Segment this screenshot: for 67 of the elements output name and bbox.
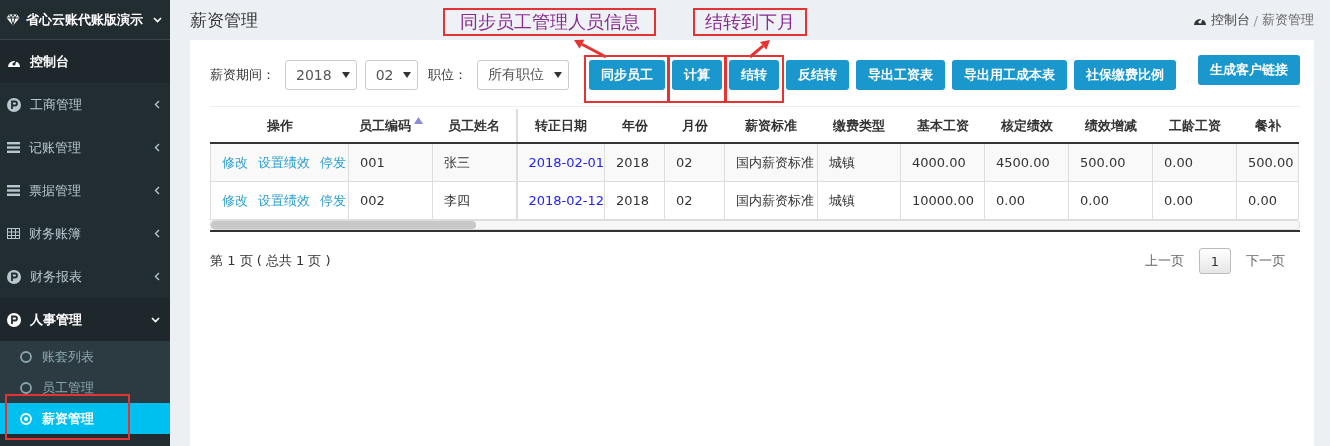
table-cell: 4500.00 — [984, 143, 1069, 182]
scrollbar-thumb[interactable] — [211, 221, 476, 229]
field-label: 职位： — [428, 65, 468, 84]
table-cell: 张三 — [432, 143, 517, 182]
page-title: 薪资管理 — [190, 8, 258, 32]
circle-icon — [20, 381, 32, 394]
horizontal-scrollbar[interactable] — [210, 220, 1300, 230]
table-cell: 2018 — [604, 143, 665, 182]
position-select[interactable]: 所有职位 — [477, 59, 570, 90]
chevron-left-icon — [154, 186, 160, 195]
dropdown-arrow-icon — [341, 71, 350, 78]
chevron-left-icon — [154, 143, 160, 152]
table-cell: 500.00 — [1068, 143, 1153, 182]
table-cell: 0.00 — [1236, 181, 1299, 220]
table-cell: 10000.00 — [900, 181, 985, 220]
table-cell: 国内薪资标准 — [724, 181, 818, 220]
month-select[interactable]: 02 — [364, 59, 419, 90]
table-cell: 城镇 — [817, 143, 901, 182]
field-label: 薪资期间： — [210, 65, 275, 84]
brand-title: 省心云账代账版演示 — [26, 10, 144, 29]
page-info: 第 1 页 ( 总共 1 页 ) — [210, 252, 332, 270]
nav-item[interactable]: 人事管理 — [0, 298, 170, 341]
table-cell: 02 — [664, 143, 725, 182]
table-cell: 500.00 — [1236, 143, 1299, 182]
callout-arrow — [749, 40, 770, 59]
table-cell: 0.00 — [1152, 181, 1237, 220]
nav-item[interactable]: 控制台 — [0, 40, 170, 83]
callout-label: 同步员工管理人员信息 — [443, 8, 656, 36]
table-cell: 02 — [664, 181, 725, 220]
list-icon — [7, 185, 20, 196]
year-select[interactable]: 2018 — [285, 59, 357, 90]
chevron-left-icon — [154, 229, 160, 238]
circle-icon — [20, 350, 32, 363]
breadcrumb-separator: / — [1253, 12, 1258, 28]
date-link[interactable]: 2018-02-01 — [528, 155, 605, 170]
date-link[interactable]: 2018-02-12 — [528, 193, 605, 208]
submenu-item[interactable]: 账套列表 — [0, 341, 170, 372]
table-cell: 城镇 — [817, 181, 901, 220]
circle-p-icon — [7, 312, 21, 327]
table-cell: 2018 — [604, 181, 665, 220]
chevron-left-icon — [154, 272, 160, 281]
callout-arrow — [574, 39, 607, 59]
submenu-item[interactable]: 员工管理 — [0, 372, 170, 403]
grid-icon — [7, 228, 20, 239]
diamond-icon — [6, 13, 20, 26]
dropdown-arrow-icon — [554, 71, 563, 78]
radio-dot-icon — [20, 412, 32, 425]
table-cell: 0.00 — [1152, 143, 1237, 182]
table-cell: 0.00 — [1068, 181, 1153, 220]
dropdown-arrow-icon — [403, 71, 412, 78]
chevron-left-icon — [154, 100, 160, 109]
table-cell: 4000.00 — [900, 143, 985, 182]
circle-p-icon — [7, 97, 21, 112]
table-cell: 国内薪资标准 — [724, 143, 818, 182]
chevron-down-icon — [153, 16, 162, 23]
table-cell: 002 — [348, 181, 433, 220]
list-icon — [7, 142, 20, 153]
breadcrumb-link[interactable]: 控制台 — [1210, 11, 1250, 29]
circle-p-icon — [7, 269, 21, 284]
next-page-link[interactable]: 下一页 — [1246, 252, 1285, 270]
page-button[interactable]: 1 — [1199, 248, 1231, 274]
previous-page-link[interactable]: 上一页 — [1145, 252, 1184, 270]
chevron-down-icon — [151, 316, 160, 323]
breadcrumb-current: 薪资管理 — [1262, 11, 1314, 29]
callout-label: 结转到下月 — [693, 8, 807, 36]
table-cell: 001 — [348, 143, 433, 182]
table-cell: 0.00 — [984, 181, 1069, 220]
